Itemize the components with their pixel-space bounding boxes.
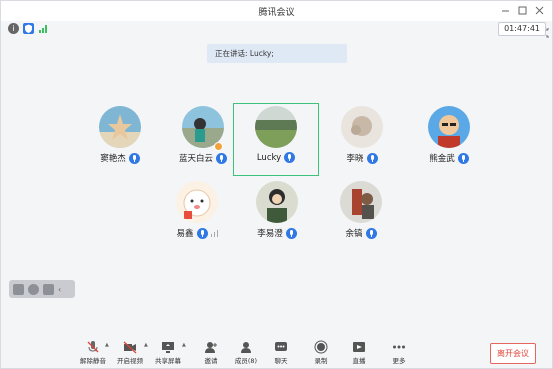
close-icon[interactable] xyxy=(532,3,546,17)
members-button[interactable]: 成员(8) xyxy=(226,336,266,368)
leave-meeting-button[interactable]: 离开会议 xyxy=(490,343,536,364)
layout-icon[interactable] xyxy=(43,283,54,295)
avatar xyxy=(340,181,382,223)
participant-tile[interactable]: 李晓 xyxy=(322,106,402,176)
collapse-arrow-icon[interactable]: ‹ xyxy=(58,285,61,294)
microphone-icon xyxy=(284,152,296,163)
minimize-icon[interactable] xyxy=(498,3,512,17)
title-bar: 腾讯会议 xyxy=(1,1,552,21)
network-signal-icon[interactable] xyxy=(38,23,49,34)
participant-tile[interactable]: 窦艳杰 xyxy=(80,106,160,176)
microphone-icon xyxy=(457,152,469,164)
fullscreen-icon[interactable] xyxy=(546,23,553,38)
speaking-indicator: 正在讲话: Lucky; xyxy=(207,44,347,63)
volume-level-icon xyxy=(210,229,218,237)
microphone-icon xyxy=(366,152,378,164)
microphone-icon xyxy=(128,152,140,164)
avatar xyxy=(255,106,297,148)
settings-icon[interactable] xyxy=(28,283,39,295)
record-icon xyxy=(314,339,328,354)
share-screen-button[interactable]: 共享屏幕 xyxy=(148,336,188,368)
avatar xyxy=(341,106,383,148)
avatar xyxy=(256,181,298,223)
participant-tile[interactable]: 易鑫 xyxy=(157,181,237,251)
more-button[interactable]: 更多 xyxy=(379,336,419,368)
security-shield-icon[interactable] xyxy=(23,23,34,34)
microphone-icon xyxy=(365,227,377,239)
participant-tile[interactable]: 蓝天白云 xyxy=(163,106,243,176)
participant-name: 易鑫 xyxy=(176,229,194,239)
invite-icon xyxy=(204,339,218,353)
record-button[interactable]: 录制 xyxy=(301,336,341,368)
status-bar: i 01:47:41 xyxy=(1,21,553,38)
maximize-icon[interactable] xyxy=(515,3,529,17)
live-stream-icon xyxy=(352,339,366,353)
microphone-icon xyxy=(216,152,227,164)
unmute-button[interactable]: 解除静音 xyxy=(73,336,113,368)
participant-name: Lucky xyxy=(256,152,282,163)
participant-name: 李晓 xyxy=(346,154,364,164)
avatar xyxy=(99,106,141,148)
floating-control-panel[interactable]: ‹ xyxy=(9,280,75,298)
meeting-window: 腾讯会议 i 01:47:41 正在讲话: Lucky; 窦艳杰 蓝天白云 Lu… xyxy=(0,0,553,369)
participant-tile[interactable]: 李易澄 xyxy=(237,181,317,251)
video-off-icon xyxy=(123,339,137,354)
share-options-caret-icon[interactable]: ▲ xyxy=(182,342,186,348)
host-badge-icon xyxy=(214,142,223,151)
info-icon[interactable]: i xyxy=(8,23,19,34)
microphone-muted-icon xyxy=(86,339,100,353)
meeting-timer: 01:47:41 xyxy=(498,22,546,36)
start-video-button[interactable]: 开启视频 xyxy=(110,336,150,368)
participant-tile[interactable]: 余镐 xyxy=(321,181,401,251)
gallery-view-icon[interactable] xyxy=(13,283,24,295)
avatar xyxy=(428,106,470,148)
participant-name: 窦艳杰 xyxy=(100,154,126,164)
more-icon xyxy=(392,339,406,353)
microphone-icon xyxy=(196,227,208,239)
participant-name: 李易澄 xyxy=(257,229,283,239)
members-icon xyxy=(239,339,253,353)
participant-name: 熊金武 xyxy=(429,154,455,164)
chat-button[interactable]: 聊天 xyxy=(261,336,301,368)
avatar xyxy=(176,181,218,223)
bottom-toolbar: 解除静音 ▲ 开启视频 ▲ 共享屏幕 ▲ 邀请 成员(8) 聊天 录制 直播 更… xyxy=(1,336,552,368)
participant-name: 蓝天白云 xyxy=(178,154,213,164)
participant-tile[interactable]: Lucky xyxy=(236,106,316,176)
participant-tile[interactable]: 熊金武 xyxy=(409,106,489,176)
microphone-icon xyxy=(285,227,297,239)
audio-options-caret-icon[interactable]: ▲ xyxy=(105,342,109,348)
live-stream-button[interactable]: 直播 xyxy=(339,336,379,368)
share-screen-icon xyxy=(161,339,175,353)
chat-icon xyxy=(274,339,288,353)
participant-name: 余镐 xyxy=(345,229,363,239)
window-title: 腾讯会议 xyxy=(258,8,295,18)
invite-button[interactable]: 邀请 xyxy=(191,336,231,368)
